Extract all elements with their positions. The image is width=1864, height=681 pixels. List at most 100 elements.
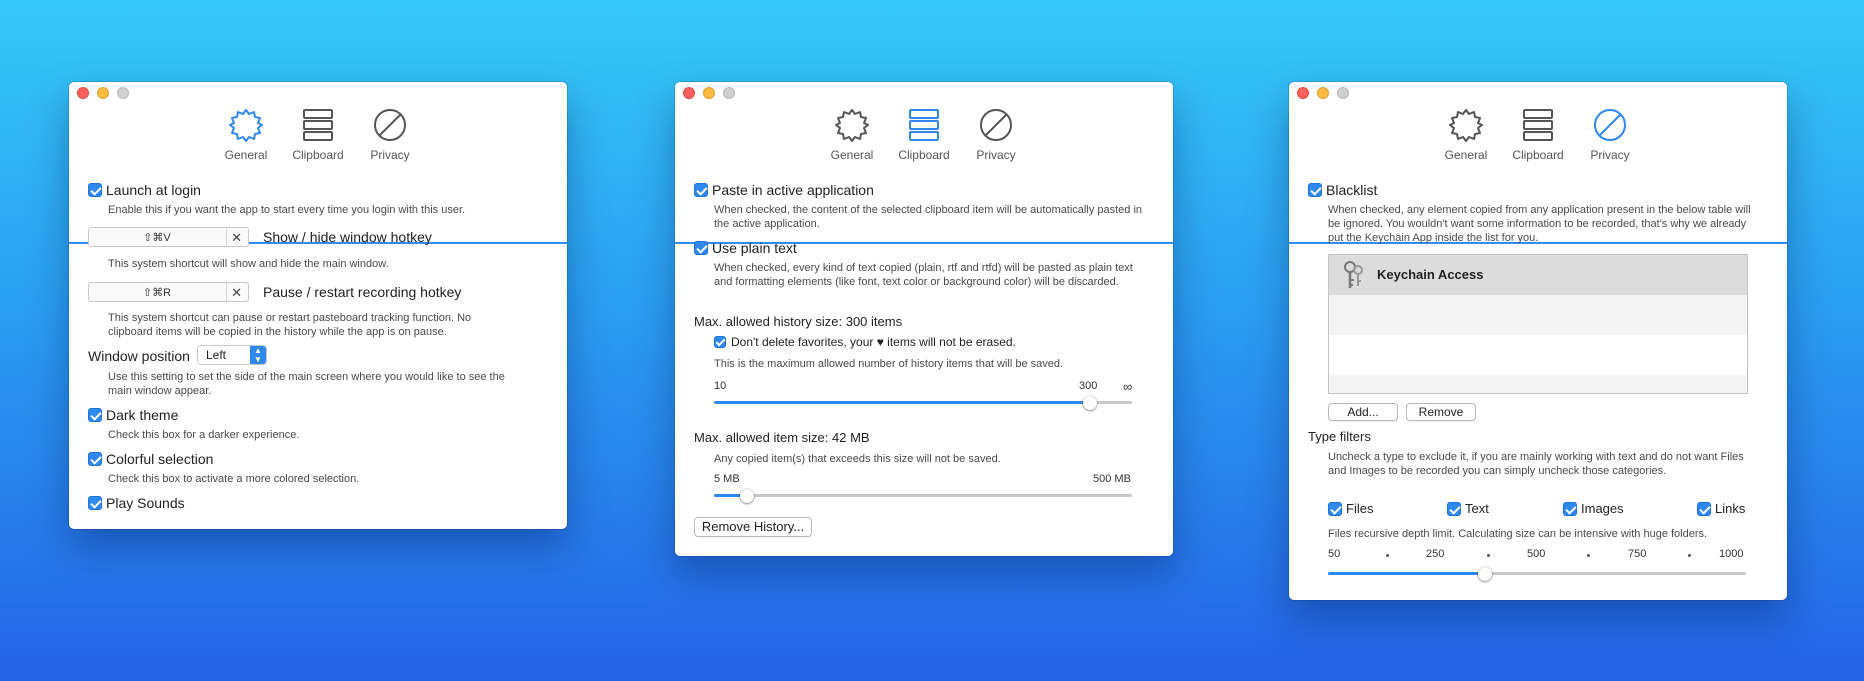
plain-text-help: When checked, every kind of text copied …	[714, 262, 1133, 288]
text-checkbox[interactable]	[1447, 502, 1461, 516]
tab-clipboard[interactable]: Clipboard	[1503, 106, 1573, 162]
item-size-slider-knob[interactable]	[740, 489, 754, 503]
tab-clipboard[interactable]: Clipboard	[283, 106, 353, 162]
minimize-button[interactable]	[703, 87, 715, 99]
tab-clipboard[interactable]: Clipboard	[889, 106, 959, 162]
hotkey1-clear-icon[interactable]: ✕	[231, 230, 242, 246]
colorful-label: Colorful selection	[106, 451, 214, 467]
clipboard-icon	[1523, 109, 1553, 141]
links-checkbox[interactable]	[1697, 502, 1711, 516]
gear-icon	[835, 109, 869, 142]
depth-tick-label: 750	[1628, 548, 1647, 560]
close-button[interactable]	[1297, 87, 1309, 99]
text-label: Text	[1465, 501, 1489, 516]
remove-button[interactable]: Remove	[1406, 403, 1476, 421]
tab-general[interactable]: General	[817, 106, 887, 162]
preferences-toolbar: General Clipboard Privacy	[69, 102, 567, 242]
hotkey2-recorder[interactable]: ⇧⌘R ✕	[88, 282, 249, 302]
keychain-icon	[1344, 261, 1363, 288]
position-help: Use this setting to set the side of the …	[108, 371, 505, 397]
plain-text-checkbox[interactable]	[694, 241, 708, 255]
hotkey1-recorder[interactable]: ⇧⌘V ✕	[88, 227, 249, 247]
launch-checkbox[interactable]	[88, 183, 102, 197]
zoom-button[interactable]	[117, 87, 129, 99]
paste-help: When checked, the content of the selecte…	[714, 204, 1143, 230]
add-button[interactable]: Add...	[1328, 403, 1398, 421]
clipboard-window: General Clipboard Privacy Paste in activ…	[675, 82, 1173, 556]
history-min-label: 10	[714, 380, 727, 392]
position-popup[interactable]: Left ▲ ▼	[197, 345, 267, 365]
files-checkbox[interactable]	[1328, 502, 1342, 516]
images-label: Images	[1581, 501, 1624, 516]
position-label: Window position	[88, 348, 190, 364]
table-row-empty	[1329, 335, 1747, 375]
tab-privacy[interactable]: Privacy	[1575, 106, 1645, 162]
tab-clipboard-label: Clipboard	[1512, 148, 1564, 162]
zoom-button[interactable]	[723, 87, 735, 99]
clipboard-icon	[303, 109, 333, 141]
table-row[interactable]: Keychain Access	[1329, 255, 1747, 295]
chevron-updown-icon: ▲ ▼	[250, 346, 266, 364]
history-current-label: 300	[1079, 380, 1098, 392]
dark-checkbox[interactable]	[88, 408, 102, 422]
colorful-help: Check this box to activate a more colore…	[108, 473, 360, 485]
title-bar	[69, 82, 567, 102]
paste-label: Paste in active application	[712, 182, 874, 198]
type-filters-help: Uncheck a type to exclude it, if you are…	[1328, 451, 1744, 477]
blacklist-table: Keychain Access	[1328, 254, 1748, 394]
blacklist-help: When checked, any element copied from an…	[1328, 204, 1751, 244]
position-value: Left	[206, 348, 227, 362]
history-slider[interactable]	[714, 396, 1132, 410]
tab-privacy-label: Privacy	[370, 148, 410, 162]
blacklist-checkbox[interactable]	[1308, 183, 1322, 197]
dark-label: Dark theme	[106, 407, 179, 423]
depth-slider[interactable]	[1328, 567, 1746, 581]
depth-tick-dot	[1688, 554, 1691, 557]
sounds-label: Play Sounds	[106, 495, 185, 511]
tab-general[interactable]: General	[211, 106, 281, 162]
depth-tick-label: 500	[1527, 548, 1546, 560]
history-heading: Max. allowed history size: 300 items	[694, 314, 903, 329]
tab-privacy[interactable]: Privacy	[961, 106, 1031, 162]
history-slider-knob[interactable]	[1083, 396, 1097, 410]
item-size-min-label: 5 MB	[714, 473, 740, 485]
minimize-button[interactable]	[97, 87, 109, 99]
prohibited-icon	[374, 109, 406, 141]
remove-history-button[interactable]: Remove History...	[694, 517, 812, 537]
close-button[interactable]	[77, 87, 89, 99]
sounds-checkbox[interactable]	[88, 496, 102, 510]
table-row-empty	[1329, 375, 1747, 393]
hotkey2-clear-icon[interactable]: ✕	[231, 285, 242, 301]
item-size-slider-track	[714, 494, 1132, 497]
hotkey1-label: Show / hide window hotkey	[263, 229, 432, 245]
tab-general-label: General	[830, 148, 874, 162]
gear-icon	[1449, 109, 1483, 142]
zoom-button[interactable]	[1337, 87, 1349, 99]
files-label: Files	[1346, 501, 1374, 516]
hotkey2-value: ⇧⌘R	[142, 287, 172, 299]
tab-privacy-label: Privacy	[1590, 148, 1630, 162]
privacy-window: General Clipboard Privacy Blacklist When…	[1289, 82, 1787, 600]
depth-slider-knob[interactable]	[1478, 567, 1492, 581]
hotkey2-help: This system shortcut can pause or restar…	[108, 312, 472, 338]
tab-general[interactable]: General	[1431, 106, 1501, 162]
colorful-checkbox[interactable]	[88, 452, 102, 466]
table-row-label: Keychain Access	[1377, 267, 1484, 282]
tab-privacy-label: Privacy	[976, 148, 1016, 162]
tab-general-label: General	[224, 148, 268, 162]
close-button[interactable]	[683, 87, 695, 99]
tab-general-label: General	[1444, 148, 1488, 162]
prohibited-icon	[980, 109, 1012, 141]
favorites-checkbox[interactable]	[714, 336, 726, 348]
depth-tick-dot	[1487, 554, 1490, 557]
item-size-slider[interactable]	[714, 489, 1132, 503]
item-size-max-label: 500 MB	[1093, 473, 1131, 485]
images-checkbox[interactable]	[1563, 502, 1577, 516]
tab-privacy[interactable]: Privacy	[355, 106, 425, 162]
links-label: Links	[1715, 501, 1746, 516]
history-infinity-label: ∞	[1123, 379, 1133, 394]
favorites-label: Don't delete favorites, your ♥ items wil…	[731, 335, 1016, 349]
minimize-button[interactable]	[1317, 87, 1329, 99]
paste-checkbox[interactable]	[694, 183, 708, 197]
blacklist-label: Blacklist	[1326, 182, 1378, 198]
